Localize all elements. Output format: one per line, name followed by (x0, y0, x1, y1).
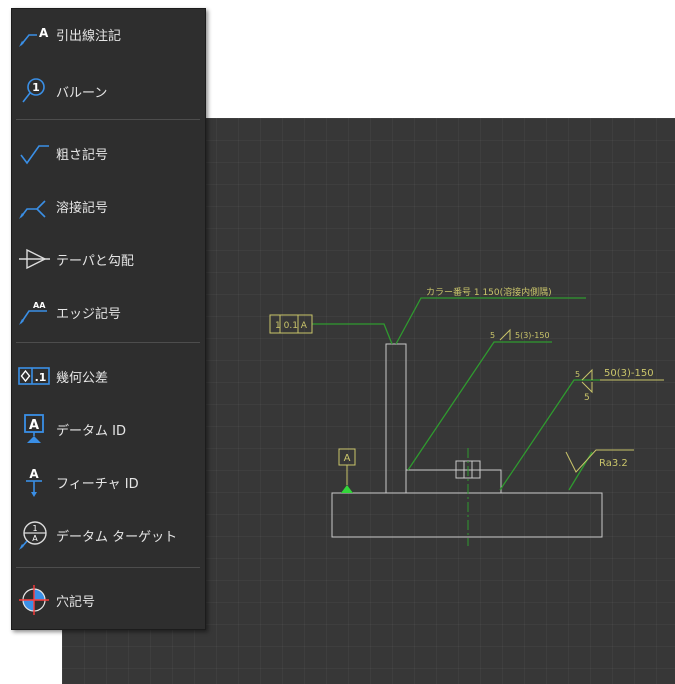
menu-label-roughness: 粗さ記号 (56, 147, 109, 163)
menu-item-taper[interactable]: テーパと勾配 (12, 234, 205, 284)
stiffener-block (405, 469, 502, 494)
datum-letter: A (344, 453, 351, 464)
menu-item-hole[interactable]: 穴記号 (12, 575, 205, 625)
weld2-size: 5 (575, 370, 580, 379)
menu-label-edge: エッジ記号 (56, 306, 122, 322)
geometric-tolerance-icon: .1 (12, 351, 56, 401)
leader-note-icon: A (12, 9, 56, 59)
menu-item-edge[interactable]: AA エッジ記号 (12, 287, 205, 337)
menu-label-datum-id: データム ID (56, 423, 126, 439)
menu-item-datum-id[interactable]: A データム ID (12, 404, 205, 454)
menu-item-feature-id[interactable]: A フィーチャ ID (12, 457, 205, 507)
feature-control-frame[interactable]: 1 0.1 A (269, 314, 313, 334)
svg-text:A: A (32, 534, 38, 543)
vertical-rib (385, 343, 407, 494)
weld2-spec: 50(3)-150 (604, 368, 654, 379)
menu-label-feature-id: フィーチャ ID (56, 476, 139, 492)
datum-target-icon: 1A (12, 510, 56, 560)
frame-label: 1 0.1 A (275, 321, 308, 331)
svg-text:A: A (29, 467, 39, 481)
weld-symbol-icon (12, 181, 56, 231)
menu-separator (16, 119, 200, 120)
edge-symbol-icon: AA (12, 287, 56, 337)
svg-text:AA: AA (33, 301, 46, 310)
menu-label-gdt: 幾何公差 (56, 370, 109, 386)
menu-label-taper: テーパと勾配 (56, 253, 134, 269)
menu-item-leader-note[interactable]: A 引出線注記 (12, 9, 205, 59)
hole-symbol-icon (12, 575, 56, 625)
menu-item-weld[interactable]: 溶接記号 (12, 181, 205, 231)
weld1-spec: 5(3)-150 (515, 331, 550, 340)
weld-symbol-1[interactable]: 5 5(3)-150 (490, 328, 550, 341)
roughness-value: Ra3.2 (599, 458, 628, 469)
taper-slope-icon (12, 234, 56, 284)
datum-id-icon: A (12, 404, 56, 454)
menu-label-weld: 溶接記号 (56, 200, 109, 216)
menu-label-datum-target: データム ターゲット (56, 529, 178, 545)
menu-label-leader-note: 引出線注記 (56, 28, 122, 44)
svg-text:1: 1 (32, 524, 37, 533)
svg-text:A: A (39, 26, 49, 40)
feature-id-icon: A (12, 457, 56, 507)
part-geometry[interactable] (331, 343, 603, 538)
svg-text:.1: .1 (35, 371, 47, 384)
weld1-size: 5 (490, 331, 495, 340)
datum-feature-symbol[interactable]: A (338, 448, 356, 493)
base-plate (331, 492, 603, 538)
leader-note-text[interactable]: カラー番号 1 150(溶接内側隅) (426, 286, 552, 298)
roughness-symbol[interactable]: Ra3.2 (565, 449, 634, 473)
menu-separator (16, 342, 200, 343)
svg-text:1: 1 (32, 81, 40, 94)
balloon-icon: 1 (12, 66, 56, 116)
menu-item-balloon[interactable]: 1 バルーン (12, 66, 205, 116)
menu-item-datum-target[interactable]: 1A データム ターゲット (12, 510, 205, 560)
menu-separator (16, 567, 200, 568)
weld2-bottom: 5 (584, 393, 590, 403)
weld-symbol-2[interactable]: 5 50(3)-150 5 (575, 368, 664, 403)
menu-label-hole: 穴記号 (56, 594, 96, 610)
menu-item-roughness[interactable]: 粗さ記号 (12, 128, 205, 178)
menu-label-balloon: バルーン (56, 85, 108, 101)
svg-text:A: A (29, 418, 39, 433)
surface-roughness-icon (12, 128, 56, 178)
menu-item-gdt[interactable]: .1 幾何公差 (12, 351, 205, 401)
annotation-menu: A 引出線注記 1 バルーン 粗さ記号 溶接記号 テーパと勾配 AA エッジ記号 (11, 8, 206, 630)
